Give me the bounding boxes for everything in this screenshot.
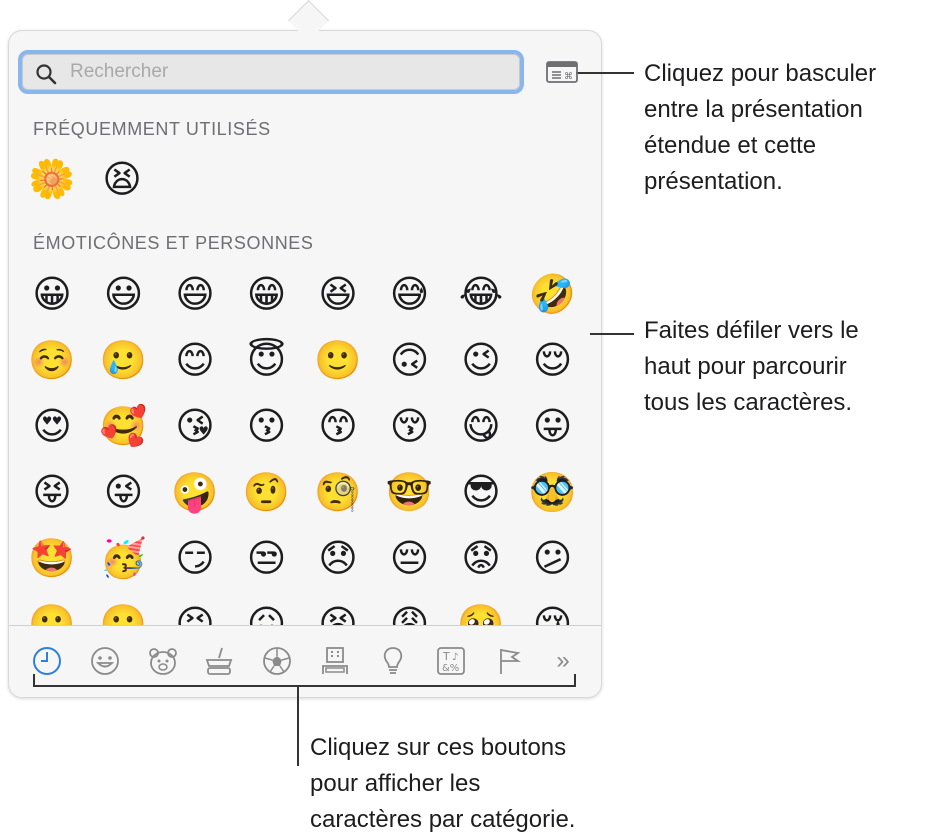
tab-bar-divider [9,625,601,626]
emoji-cell[interactable]: 🙁 [28,600,76,625]
emoji-cell[interactable]: ☹️ [100,600,148,625]
emoji-cell[interactable]: 🧐 [314,468,362,516]
emoji-cell[interactable]: 😕 [529,534,577,582]
section-title-frequent: FRÉQUEMMENT UTILISÉS [33,119,271,139]
emoji-frequent[interactable]: 🌼 [28,155,76,203]
emoji-cell[interactable]: 🥰 [100,402,148,450]
callout-scroll: Faites défiler vers le haut pour parcour… [644,317,859,416]
emoji-cell[interactable]: 🤨 [243,468,291,516]
emoji-cell[interactable]: 😛 [529,402,577,450]
search-input[interactable] [68,59,502,85]
emoji-cell[interactable]: 🥳 [100,534,148,582]
emoji-cell[interactable]: 😝 [28,468,76,516]
emoji-cell[interactable]: 😫 [314,600,362,625]
svg-text:T: T [442,650,450,663]
search-icon [36,64,57,85]
tab-food[interactable] [202,644,236,678]
emoji-cell[interactable]: 😞 [314,534,362,582]
lightbulb-icon [383,647,403,674]
tab-travel[interactable] [318,644,352,678]
expand-view-toggle-icon[interactable]: ⌘ [546,61,578,83]
emoji-cell[interactable]: 🤓 [386,468,434,516]
tab-activities[interactable] [260,644,294,678]
emoji-cell[interactable]: 😎 [457,468,505,516]
emoji-cell[interactable]: 😗 [243,402,291,450]
emoji-cell[interactable]: 😚 [386,402,434,450]
callout-toggle-line [576,72,634,74]
tab-recent[interactable] [30,644,64,678]
emoji-cell[interactable]: 😊 [171,336,219,384]
callout-categories-line [297,686,299,766]
emoji-cell[interactable]: 😄 [171,270,219,318]
bracket-bottom [33,685,576,687]
emoji-cell[interactable]: 😟 [457,534,505,582]
emoji-cell[interactable]: 🥺 [457,600,505,625]
emoji-frequent[interactable]: 😫 [98,155,146,203]
emoji-cell[interactable]: 😖 [243,600,291,625]
emoji-cell[interactable]: 😃 [100,270,148,318]
emoji-cell[interactable]: ☺️ [28,336,76,384]
tab-smileys[interactable] [88,644,122,678]
emoji-cell[interactable]: 😍 [28,402,76,450]
symbols-icon: T ♪ &% [437,647,465,675]
emoji-cell[interactable]: 😇 [243,336,291,384]
smiley-icon [91,647,119,675]
more-icon[interactable]: » [546,644,580,678]
callout-categories: Cliquez sur ces boutons pour afficher le… [310,734,576,833]
flag-icon [500,649,521,674]
emoji-cell[interactable]: 🤪 [171,468,219,516]
svg-text:&%: &% [442,663,459,674]
ball-icon [263,647,291,675]
tab-symbols[interactable]: T ♪ &% [434,644,468,678]
emoji-cell[interactable]: 😘 [171,402,219,450]
emoji-cell[interactable]: 😋 [457,402,505,450]
callout-toggle: Cliquez pour basculer entre la présentat… [644,60,877,195]
emoji-cell[interactable]: 😀 [28,270,76,318]
people-emoji-grid: 😀 😃 😄 😁 😆 😅 😂 🤣 ☺️ 🥲 😊 😇 🙂 🙃 😉 😌 😍 🥰 😘 😗 😙 😚 😋 😛 😝 😜 🤪 🤨 🧐 🤓 😎 🥸 🤩 🥳 😏 😒 😞 😔 😟… [8,250,602,625]
recent-icon [33,647,61,675]
search-field[interactable] [18,50,524,94]
emoji-cell[interactable]: 😔 [386,534,434,582]
emoji-cell[interactable]: 😏 [171,534,219,582]
emoji-cell[interactable]: 😁 [243,270,291,318]
emoji-cell[interactable]: 😢 [529,600,577,625]
emoji-cell[interactable]: 🥸 [529,468,577,516]
emoji-cell[interactable]: 😜 [100,468,148,516]
building-icon [322,647,348,674]
tab-animals[interactable] [146,644,180,678]
emoji-cell[interactable]: 😂 [457,270,505,318]
tab-objects[interactable] [376,644,410,678]
food-icon [205,647,233,675]
emoji-cell[interactable]: 😆 [314,270,362,318]
emoji-cell[interactable]: 🙂 [314,336,362,384]
emoji-cell[interactable]: 😌 [529,336,577,384]
emoji-cell[interactable]: 🤩 [28,534,76,582]
emoji-cell[interactable]: 😒 [243,534,291,582]
emoji-cell[interactable]: 😣 [171,600,219,625]
tab-flags[interactable] [492,644,526,678]
svg-text:♪: ♪ [452,652,458,663]
svg-text:⌘: ⌘ [564,72,573,82]
emoji-cell[interactable]: 🤣 [529,270,577,318]
emoji-cell[interactable]: 😩 [386,600,434,625]
emoji-cell[interactable]: 😉 [457,336,505,384]
emoji-cell[interactable]: 🙃 [386,336,434,384]
emoji-cell[interactable]: 😅 [386,270,434,318]
emoji-cell[interactable]: 🥲 [100,336,148,384]
animal-icon [149,648,177,675]
emoji-cell[interactable]: 😙 [314,402,362,450]
